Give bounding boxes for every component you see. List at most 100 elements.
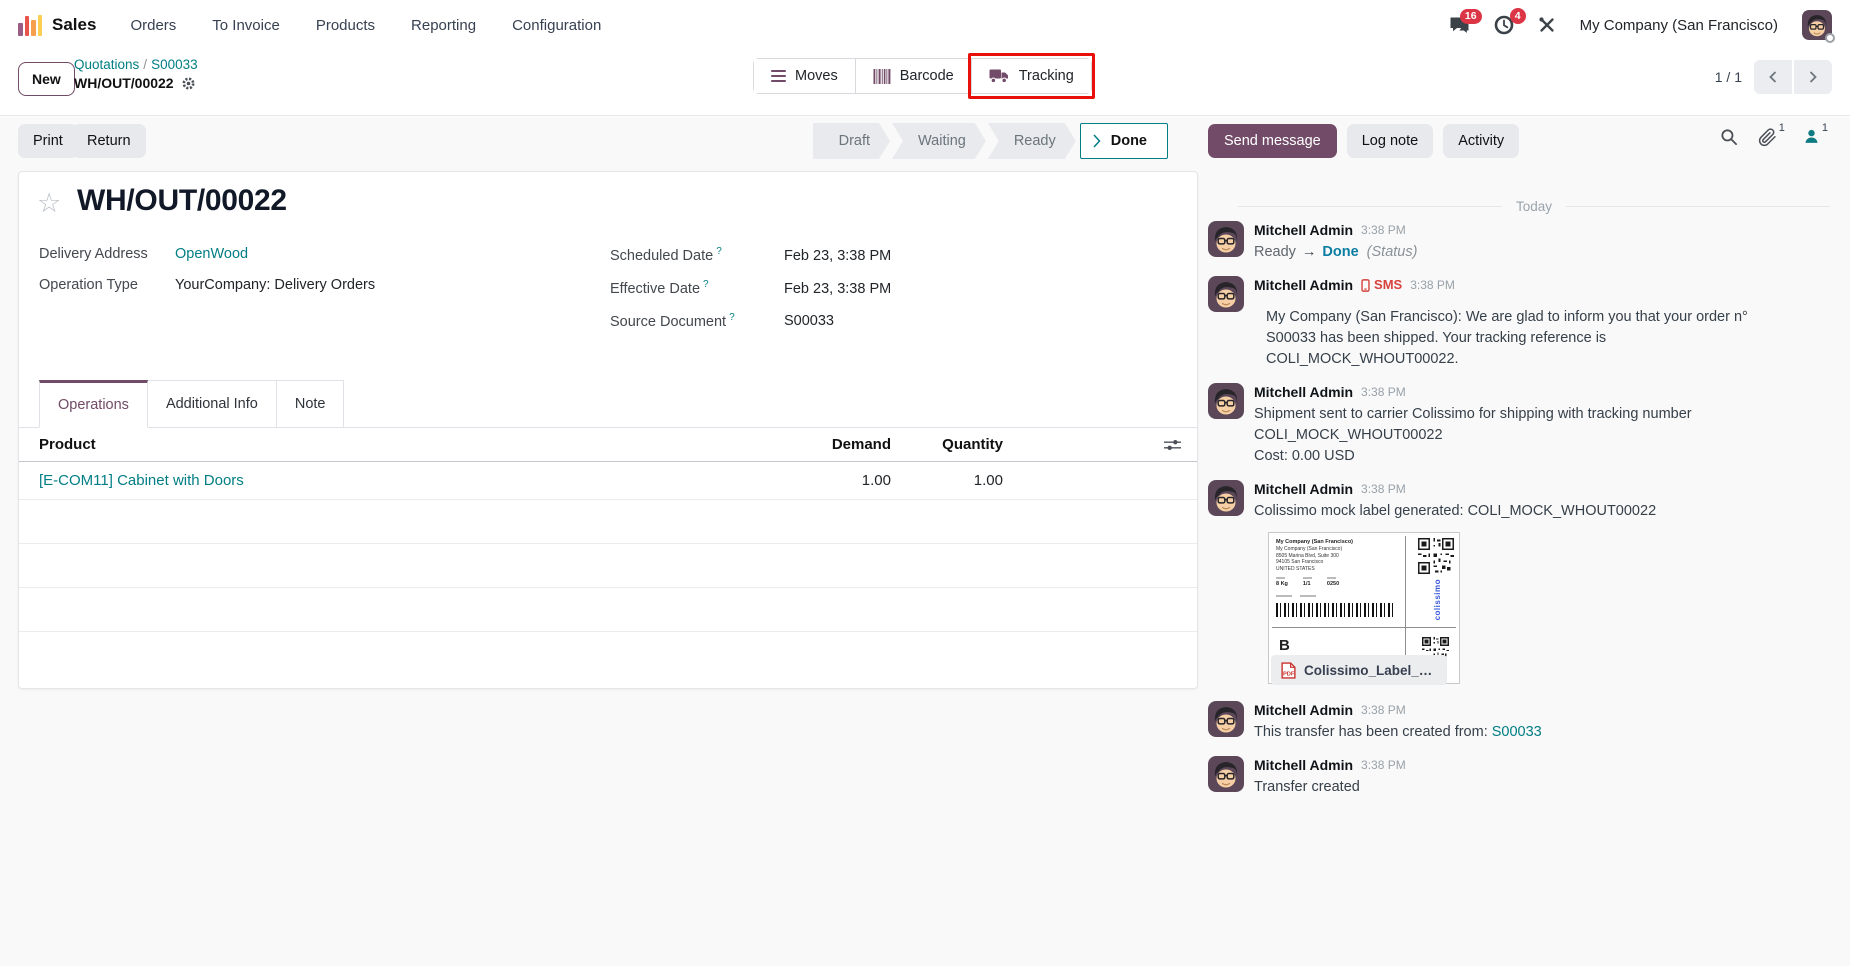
source-order-link[interactable]: S00033 [1492, 724, 1542, 740]
odoo-logo-icon[interactable] [18, 14, 42, 36]
app-name[interactable]: Sales [52, 15, 96, 35]
user-avatar[interactable] [1802, 10, 1835, 43]
chatter-message: Mitchell Admin SMS 3:38 PM My Company (S… [1208, 276, 1830, 370]
scheduled-date-value: Feb 23, 3:38 PM [784, 247, 892, 264]
chatter-message: Mitchell Admin 3:38 PM This transfer has… [1208, 701, 1830, 743]
company-switcher[interactable]: My Company (San Francisco) [1580, 17, 1778, 34]
breadcrumb-quotations[interactable]: Quotations [74, 57, 139, 72]
avatar[interactable] [1208, 756, 1244, 792]
pager-previous-button[interactable] [1754, 60, 1792, 94]
moves-button[interactable]: Moves [754, 59, 856, 93]
demand-column-header[interactable]: Demand [761, 436, 891, 453]
message-time: 3:38 PM [1361, 758, 1406, 772]
quantity-column-header[interactable]: Quantity [891, 436, 1003, 453]
product-column-header[interactable]: Product [19, 436, 761, 453]
messages-badge: 16 [1459, 8, 1482, 25]
activities-clock-icon[interactable]: 4 [1494, 8, 1526, 35]
avatar[interactable] [1208, 480, 1244, 516]
message-time: 3:38 PM [1361, 482, 1406, 496]
empty-row [19, 500, 1197, 544]
help-marker: ? [716, 246, 722, 257]
table-row[interactable]: [E-COM11] Cabinet with Doors 1.00 1.00 [19, 462, 1197, 500]
tab-operations[interactable]: Operations [39, 380, 148, 428]
quantity-cell: 1.00 [973, 472, 1003, 489]
qr-code [1418, 538, 1454, 574]
menu-products[interactable]: Products [316, 17, 375, 34]
label-address-block: My Company (San Francisco) My Company (S… [1276, 539, 1354, 572]
phone-icon [1361, 278, 1370, 292]
colissimo-brand: colissimo [1433, 579, 1442, 621]
sms-badge: SMS [1361, 276, 1402, 294]
message-author: Mitchell Admin [1254, 384, 1354, 400]
messages-icon[interactable]: 16 [1449, 8, 1482, 35]
attachment-filename: Colissimo_Label_… [1304, 662, 1433, 678]
status-done[interactable]: Done [1079, 123, 1168, 159]
chatter-panel: Today Mitchell Admin 3:38 PM Ready → Done(… [1198, 117, 1850, 966]
tracking-button[interactable]: Tracking [967, 53, 1095, 99]
date-divider: Today [1238, 199, 1830, 214]
pager-count: 1 / 1 [1714, 69, 1742, 85]
favorite-star-icon[interactable]: ☆ [37, 190, 61, 217]
status-tracking-line: Ready → Done (Status) [1254, 244, 1418, 260]
new-button[interactable]: New [18, 62, 75, 96]
barcode-stripe [1276, 603, 1394, 617]
chatter-message: Mitchell Admin 3:38 PM Transfer created [1208, 756, 1830, 798]
menu-orders[interactable]: Orders [130, 17, 176, 34]
avatar[interactable] [1208, 701, 1244, 737]
message-author: Mitchell Admin [1254, 481, 1354, 497]
list-icon [771, 69, 786, 83]
menu-reporting[interactable]: Reporting [411, 17, 476, 34]
help-marker: ? [703, 278, 709, 290]
scheduled-date-label: Scheduled Date? [610, 246, 722, 264]
avatar[interactable] [1208, 383, 1244, 419]
operations-table: Product Demand Quantity [E-COM11] Cabine… [19, 428, 1197, 676]
shipping-label-attachment[interactable]: My Company (San Francisco) My Company (S… [1268, 532, 1460, 685]
operation-type-value[interactable]: YourCompany: Delivery Orders [175, 277, 375, 293]
status-draft[interactable]: Draft [813, 123, 890, 159]
message-time: 3:38 PM [1410, 278, 1455, 292]
print-button[interactable]: Print [18, 124, 78, 158]
pager: 1 / 1 [1715, 60, 1832, 94]
activities-badge: 4 [1509, 8, 1526, 24]
avatar[interactable] [1208, 276, 1244, 312]
menu-configuration[interactable]: Configuration [512, 17, 601, 34]
pdf-icon: PDF [1281, 661, 1296, 679]
barcode-button[interactable]: Barcode [855, 59, 972, 93]
cost-line: Cost: 0.00 USD [1254, 448, 1355, 464]
breadcrumb: Quotations / S00033 WH/OUT/00022 [74, 57, 198, 91]
smart-button-group: Moves Barcode Tracking [753, 53, 1095, 99]
operation-type-label: Operation Type [39, 277, 138, 293]
attachment-file-chip[interactable]: PDF Colissimo_Label_… [1271, 655, 1447, 685]
label-micro-lines [1276, 595, 1316, 597]
delivery-address-value[interactable]: OpenWood [175, 246, 248, 262]
message-author: Mitchell Admin [1254, 222, 1354, 238]
breadcrumb-order[interactable]: S00033 [151, 57, 198, 72]
tab-note[interactable]: Note [276, 380, 345, 428]
message-time: 3:38 PM [1361, 385, 1406, 399]
source-document-value: S00033 [784, 313, 834, 330]
status-waiting[interactable]: Waiting [892, 123, 986, 159]
chatter-message: Mitchell Admin 3:38 PM Shipment sent to … [1208, 383, 1830, 467]
tab-additional-info[interactable]: Additional Info [147, 380, 277, 428]
record-title: WH/OUT/00022 [77, 184, 287, 217]
top-navbar: Sales Orders To Invoice Products Reporti… [0, 0, 1850, 50]
status-ready[interactable]: Ready [988, 123, 1076, 159]
return-button[interactable]: Return [72, 124, 146, 158]
sms-body: My Company (San Francisco): We are glad … [1266, 309, 1748, 367]
breadcrumb-current: WH/OUT/00022 [74, 75, 174, 91]
table-header-row: Product Demand Quantity [19, 428, 1197, 462]
demand-cell: 1.00 [861, 472, 891, 489]
message-thread: Mitchell Admin 3:38 PM Ready → Done (Status… [1208, 221, 1830, 811]
product-link[interactable]: [E-COM11] Cabinet with Doors [39, 472, 244, 489]
message-body: Shipment sent to carrier Colissimo for s… [1254, 406, 1692, 443]
empty-row [19, 588, 1197, 632]
form-sheet: ☆ WH/OUT/00022 Delivery Address OpenWood… [18, 171, 1198, 689]
message-body: This transfer has been created from: S00… [1254, 724, 1542, 740]
menu-to-invoice[interactable]: To Invoice [212, 17, 280, 34]
avatar[interactable] [1208, 221, 1244, 257]
optional-columns-icon[interactable] [1164, 438, 1181, 452]
notebook-tabs: Operations Additional Info Note [19, 380, 1197, 428]
tools-icon[interactable] [1538, 16, 1556, 34]
pager-next-button[interactable] [1794, 60, 1832, 94]
gear-icon[interactable] [181, 76, 196, 91]
